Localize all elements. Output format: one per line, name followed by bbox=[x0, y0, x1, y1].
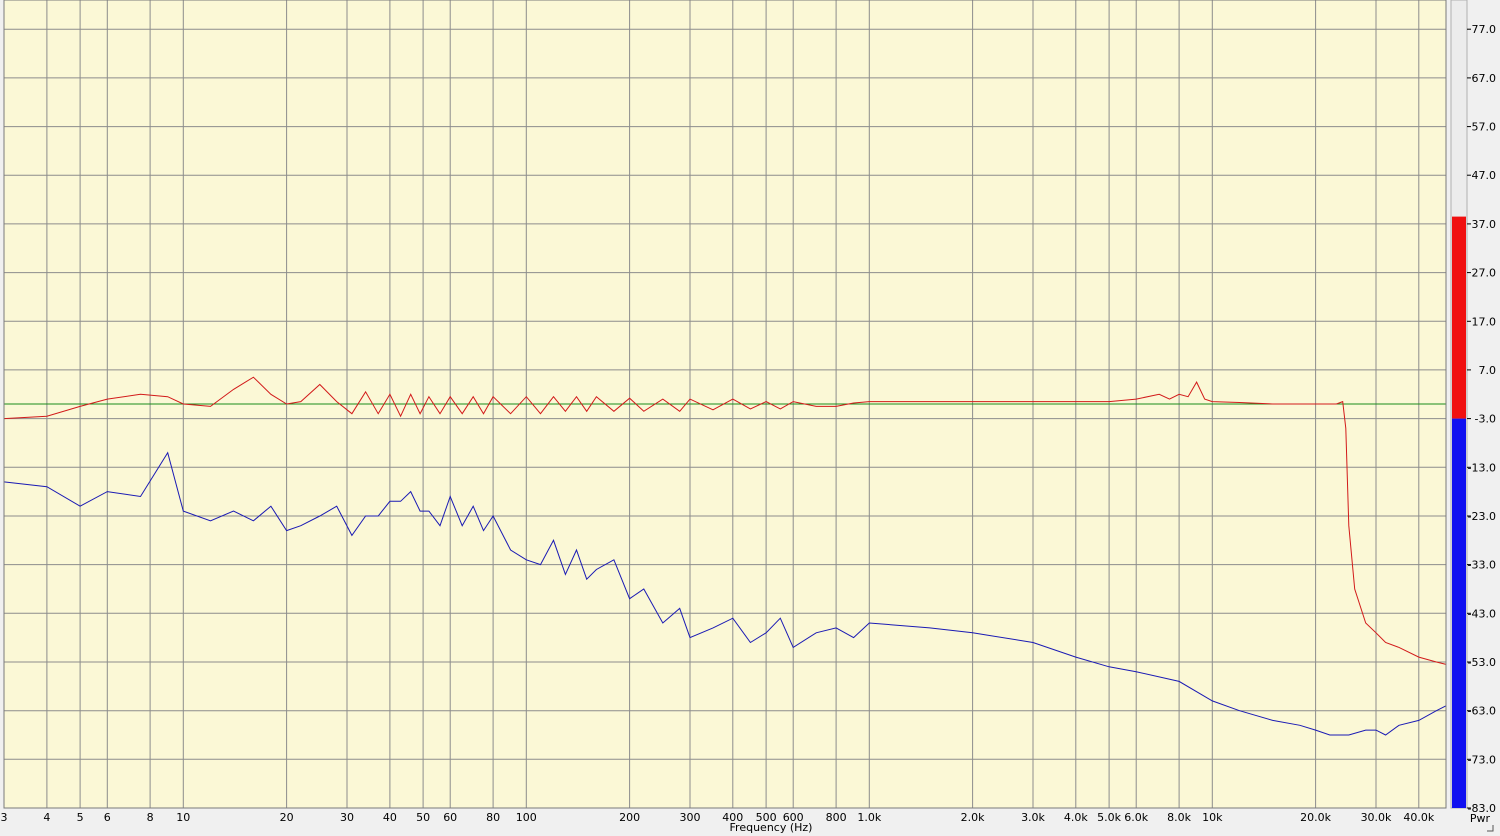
x-tick-label: 4 bbox=[43, 811, 50, 824]
x-tick-label: 6.0k bbox=[1124, 811, 1148, 824]
x-tick-label: 3 bbox=[1, 811, 8, 824]
x-tick-label: 60 bbox=[443, 811, 457, 824]
x-tick-label: 10k bbox=[1202, 811, 1223, 824]
x-tick-label: 20.0k bbox=[1300, 811, 1331, 824]
x-tick-label: 30 bbox=[340, 811, 354, 824]
y-tick-label: -43.0 bbox=[1468, 607, 1496, 620]
y-tick-label: -53.0 bbox=[1468, 656, 1496, 669]
x-tick-label: 80 bbox=[486, 811, 500, 824]
y-tick-label: 57.0 bbox=[1472, 121, 1497, 134]
x-tick-label: 800 bbox=[826, 811, 847, 824]
x-tick-label: 1.0k bbox=[857, 811, 881, 824]
x-tick-label: 6 bbox=[104, 811, 111, 824]
x-tick-label: 5.0k bbox=[1097, 811, 1121, 824]
x-tick-label: 20 bbox=[280, 811, 294, 824]
y-tick-label: -13.0 bbox=[1468, 461, 1496, 474]
meter-red-bar bbox=[1452, 216, 1466, 419]
x-tick-label: 8 bbox=[147, 811, 154, 824]
y-tick-label: 47.0 bbox=[1472, 169, 1497, 182]
x-tick-label: 10 bbox=[176, 811, 190, 824]
y-tick-label: 77.0 bbox=[1472, 23, 1497, 36]
x-tick-label: 3.0k bbox=[1021, 811, 1045, 824]
x-tick-label: 40 bbox=[383, 811, 397, 824]
y-tick-label: -23.0 bbox=[1468, 510, 1496, 523]
x-tick-label: 5 bbox=[77, 811, 84, 824]
x-tick-label: 200 bbox=[619, 811, 640, 824]
meter-blue-bar bbox=[1452, 418, 1466, 808]
x-tick-label: 100 bbox=[516, 811, 537, 824]
y-tick-label: -33.0 bbox=[1468, 559, 1496, 572]
y-tick-label: 37.0 bbox=[1472, 218, 1497, 231]
power-meter bbox=[1450, 0, 1468, 809]
y-tick-label: 7.0 bbox=[1479, 364, 1497, 377]
y-tick-label: 67.0 bbox=[1472, 72, 1497, 85]
meter-label: Pwr bbox=[1470, 812, 1491, 825]
x-axis-title: Frequency (Hz) bbox=[730, 821, 813, 834]
x-tick-label: 8.0k bbox=[1167, 811, 1191, 824]
x-tick-label: 30.0k bbox=[1361, 811, 1392, 824]
y-tick-label: -3.0 bbox=[1475, 413, 1496, 426]
x-tick-label: 300 bbox=[680, 811, 701, 824]
x-tick-label: 40.0k bbox=[1403, 811, 1434, 824]
x-tick-label: 2.0k bbox=[961, 811, 985, 824]
y-tick-label: 27.0 bbox=[1472, 267, 1497, 280]
y-tick-label: -63.0 bbox=[1468, 705, 1496, 718]
spectrum-chart: 3 4 5 6 8 10 20 30 40 50 60 80 100 200 300 400 500 600 800… bbox=[0, 0, 1500, 836]
x-tick-label: 50 bbox=[416, 811, 430, 824]
y-tick-label: 17.0 bbox=[1472, 315, 1497, 328]
y-tick-label: -73.0 bbox=[1468, 753, 1496, 766]
x-tick-label: 4.0k bbox=[1064, 811, 1088, 824]
